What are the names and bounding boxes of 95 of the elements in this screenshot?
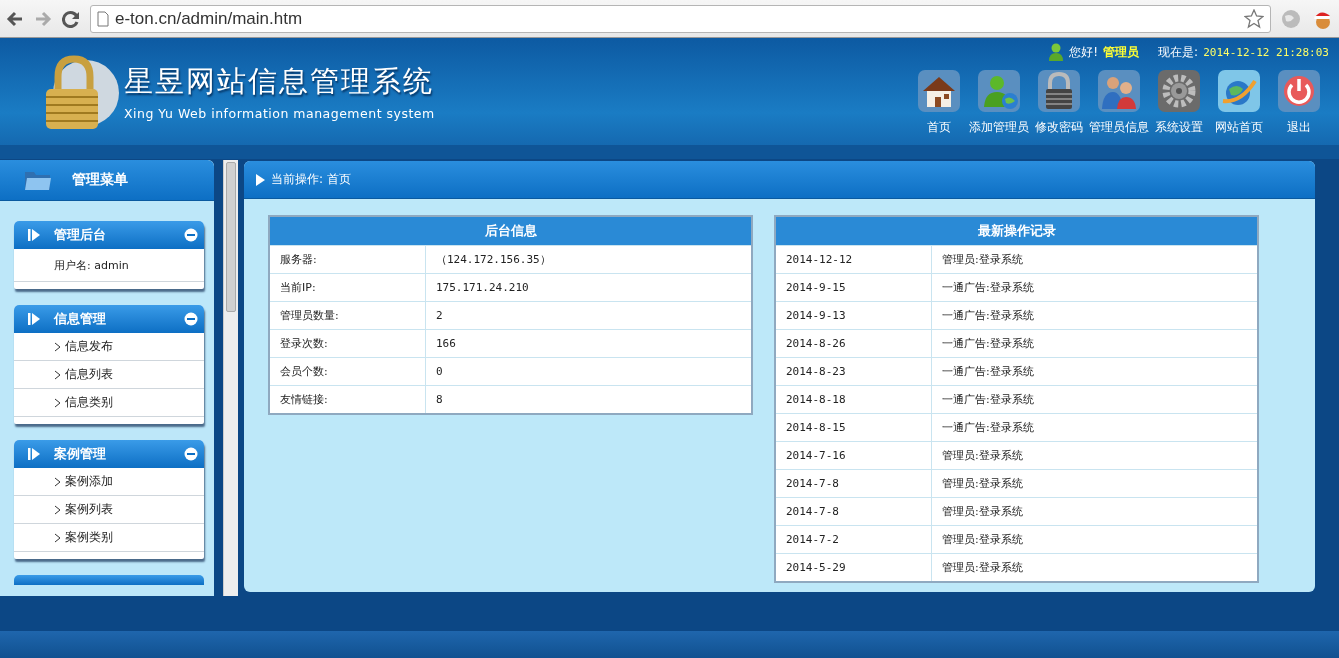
chevron-icon <box>54 476 61 487</box>
table-cell: 一通广告:登录系统 <box>931 413 1258 442</box>
play-bar-icon <box>28 229 40 241</box>
table-cell: 一通广告:登录系统 <box>931 301 1258 330</box>
collapse-icon[interactable] <box>184 447 198 461</box>
group-header[interactable]: 案例管理 <box>14 440 204 468</box>
table-cell: 2014-8-15 <box>775 413 932 442</box>
table-cell: 管理员:登录系统 <box>931 245 1258 274</box>
gears-icon <box>1155 67 1203 115</box>
triangle-icon <box>256 173 265 186</box>
table-cell: （124.172.156.35） <box>425 245 752 274</box>
user-icon <box>1048 43 1065 61</box>
chevron-icon <box>54 504 61 515</box>
table-cell: 一通广告:登录系统 <box>931 329 1258 358</box>
chevron-icon <box>54 397 61 408</box>
table-cell: 管理员数量: <box>269 301 426 330</box>
table-cell: 一通广告:登录系统 <box>931 357 1258 386</box>
menu-link[interactable]: 案例类别 <box>14 524 204 552</box>
page-icon <box>97 10 109 27</box>
table-cell: 8 <box>425 385 752 414</box>
collapse-icon[interactable] <box>184 228 198 242</box>
chevron-icon <box>54 532 61 543</box>
table-cell: 登录次数: <box>269 329 426 358</box>
table-cell: 166 <box>425 329 752 358</box>
table-cell: 175.171.24.210 <box>425 273 752 302</box>
nav-button[interactable]: 管理员信息 <box>1091 67 1147 136</box>
reload-icon[interactable] <box>62 9 80 28</box>
menu-link[interactable]: 信息类别 <box>14 389 204 417</box>
menu-link[interactable]: 信息列表 <box>14 361 204 389</box>
table-cell: 管理员:登录系统 <box>931 525 1258 554</box>
table-cell: 2014-7-8 <box>775 469 932 498</box>
table-cell: 2014-7-16 <box>775 441 932 470</box>
table-cell: 友情链接: <box>269 385 426 414</box>
table-cell: 2014-9-13 <box>775 301 932 330</box>
person-globe-icon <box>975 67 1023 115</box>
system-title: 星昱网站信息管理系统 <box>124 63 435 100</box>
table-cell: 管理员:登录系统 <box>931 441 1258 470</box>
nav-button[interactable]: 添加管理员 <box>971 67 1027 136</box>
table-title: 后台信息 <box>269 216 752 246</box>
table-cell: 管理员:登录系统 <box>931 497 1258 526</box>
table-cell: 0 <box>425 357 752 386</box>
play-bar-icon <box>28 448 40 460</box>
nav-button[interactable]: 系统设置 <box>1151 67 1207 136</box>
collapse-icon[interactable] <box>184 312 198 326</box>
nav-button[interactable]: 退出 <box>1271 67 1327 136</box>
table-cell: 2014-7-8 <box>775 497 932 526</box>
power-icon <box>1275 67 1323 115</box>
two-people-icon <box>1095 67 1143 115</box>
table-cell: 2014-8-23 <box>775 357 932 386</box>
user-info: 用户名: admin <box>14 249 204 282</box>
scrollbar-thumb[interactable] <box>226 162 236 312</box>
group-title: 案例管理 <box>54 445 107 463</box>
back-icon[interactable] <box>6 9 24 28</box>
system-subtitle: Xing Yu Web information management system <box>124 106 435 121</box>
table-cell: 2014-7-2 <box>775 525 932 554</box>
table-cell: 2014-5-29 <box>775 553 932 582</box>
table-cell: 管理员:登录系统 <box>931 469 1258 498</box>
nav-button[interactable]: 首页 <box>911 67 967 136</box>
table-cell: 管理员:登录系统 <box>931 553 1258 582</box>
folder-icon <box>24 169 52 191</box>
globe-swoosh-icon <box>1215 67 1263 115</box>
nav-button[interactable]: 网站首页 <box>1211 67 1267 136</box>
star-icon[interactable] <box>1244 8 1264 29</box>
scrollbar[interactable] <box>223 160 238 596</box>
group-header[interactable]: 管理后台 <box>14 221 204 249</box>
group-header[interactable]: 信息管理 <box>14 305 204 333</box>
table-cell: 一通广告:登录系统 <box>931 385 1258 414</box>
menu-link[interactable]: 案例添加 <box>14 468 204 496</box>
table-cell: 会员个数: <box>269 357 426 386</box>
chevron-icon <box>54 341 61 352</box>
table-cell: 2014-12-12 <box>775 245 932 274</box>
table-cell: 2 <box>425 301 752 330</box>
menu-link[interactable]: 案例列表 <box>14 496 204 524</box>
chevron-icon <box>54 369 61 380</box>
greeting-text: 您好! <box>1069 43 1099 61</box>
table-cell: 一通广告:登录系统 <box>931 273 1258 302</box>
group-title: 管理后台 <box>54 226 107 244</box>
table-cell: 2014-9-15 <box>775 273 932 302</box>
table-cell: 当前IP: <box>269 273 426 302</box>
breadcrumb: 当前操作: 首页 <box>271 171 351 188</box>
table-cell: 服务器: <box>269 245 426 274</box>
menu-link[interactable]: 信息发布 <box>14 333 204 361</box>
user-name: 管理员 <box>1103 43 1140 61</box>
current-time: 2014-12-12 21:28:03 <box>1203 45 1329 59</box>
table-title: 最新操作记录 <box>775 216 1258 246</box>
house-icon <box>915 67 963 115</box>
play-bar-icon <box>28 313 40 325</box>
group-title: 信息管理 <box>54 310 107 328</box>
padlock-icon <box>1035 67 1083 115</box>
time-label: 现在是: <box>1158 43 1199 61</box>
url-field[interactable]: e-ton.cn/admin/main.htm <box>90 4 1271 33</box>
nav-button[interactable]: 修改密码 <box>1031 67 1087 136</box>
sidebar-title: 管理菜单 <box>72 171 128 189</box>
table-cell: 2014-8-26 <box>775 329 932 358</box>
table-cell: 2014-8-18 <box>775 385 932 414</box>
